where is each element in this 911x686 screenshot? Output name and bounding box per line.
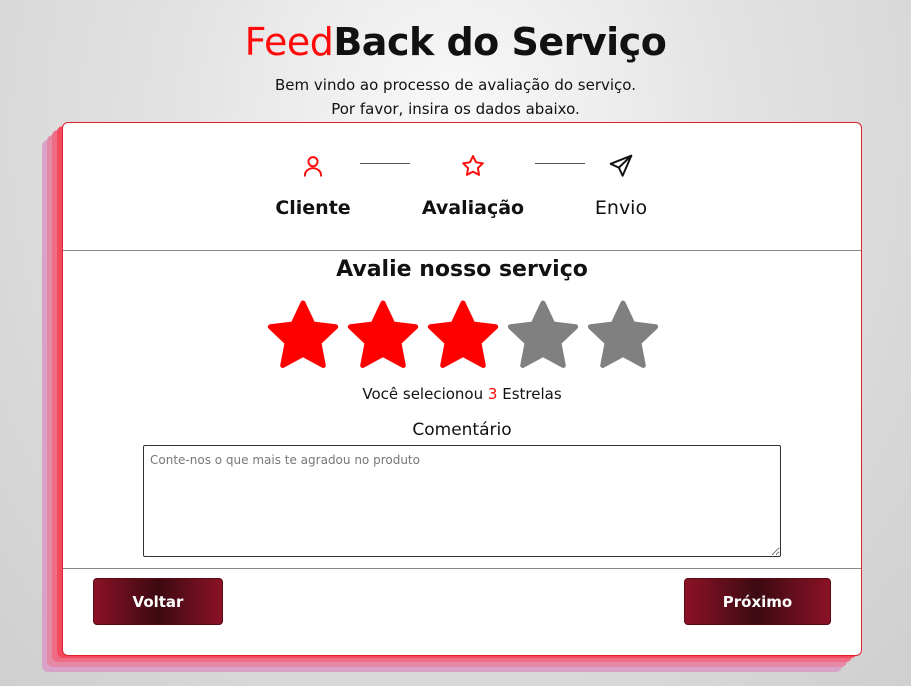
step-envio: Envio	[551, 153, 691, 219]
section-divider	[63, 250, 861, 251]
step-label-cliente: Cliente	[275, 197, 351, 219]
step-avaliacao: Avaliação	[403, 153, 543, 219]
feedback-card: Cliente Avaliação Envio Avalie nosso ser…	[62, 122, 862, 656]
title-rest: Back do Serviço	[333, 20, 667, 64]
rating-title: Avalie nosso serviço	[336, 257, 588, 282]
section-divider	[63, 568, 861, 569]
back-button[interactable]: Voltar	[93, 578, 223, 625]
star-4-icon[interactable]	[505, 298, 581, 374]
title-accent: Feed	[244, 20, 334, 64]
subtitle-line-2: Por favor, insira os dados abaixo.	[331, 100, 580, 118]
star-rating	[263, 298, 663, 376]
rating-summary-suffix: Estrelas	[502, 385, 562, 403]
user-icon	[303, 156, 323, 177]
rating-summary-prefix: Você selecionou	[362, 385, 484, 403]
comment-textarea[interactable]	[143, 445, 781, 557]
step-label-avaliacao: Avaliação	[421, 197, 525, 219]
rating-summary: Você selecionou 3 Estrelas	[63, 385, 861, 403]
star-5-icon[interactable]	[585, 298, 661, 374]
star-outline-icon	[462, 155, 484, 176]
subtitle-line-1: Bem vindo ao processo de avaliação do se…	[275, 76, 636, 94]
stepper: Cliente Avaliação Envio	[63, 123, 861, 250]
rating-summary-count: 3	[487, 385, 498, 403]
next-button[interactable]: Próximo	[684, 578, 831, 625]
page-header: FeedBack do Serviço Bem vindo ao process…	[0, 18, 911, 121]
step-label-envio: Envio	[594, 197, 648, 219]
page-subtitle: Bem vindo ao processo de avaliação do se…	[0, 73, 911, 121]
send-icon	[609, 154, 633, 177]
star-1-icon[interactable]	[265, 298, 341, 374]
comment-label: Comentário	[412, 420, 512, 440]
star-2-icon[interactable]	[345, 298, 421, 374]
star-3-icon[interactable]	[425, 298, 501, 374]
page-title: FeedBack do Serviço	[0, 18, 911, 66]
